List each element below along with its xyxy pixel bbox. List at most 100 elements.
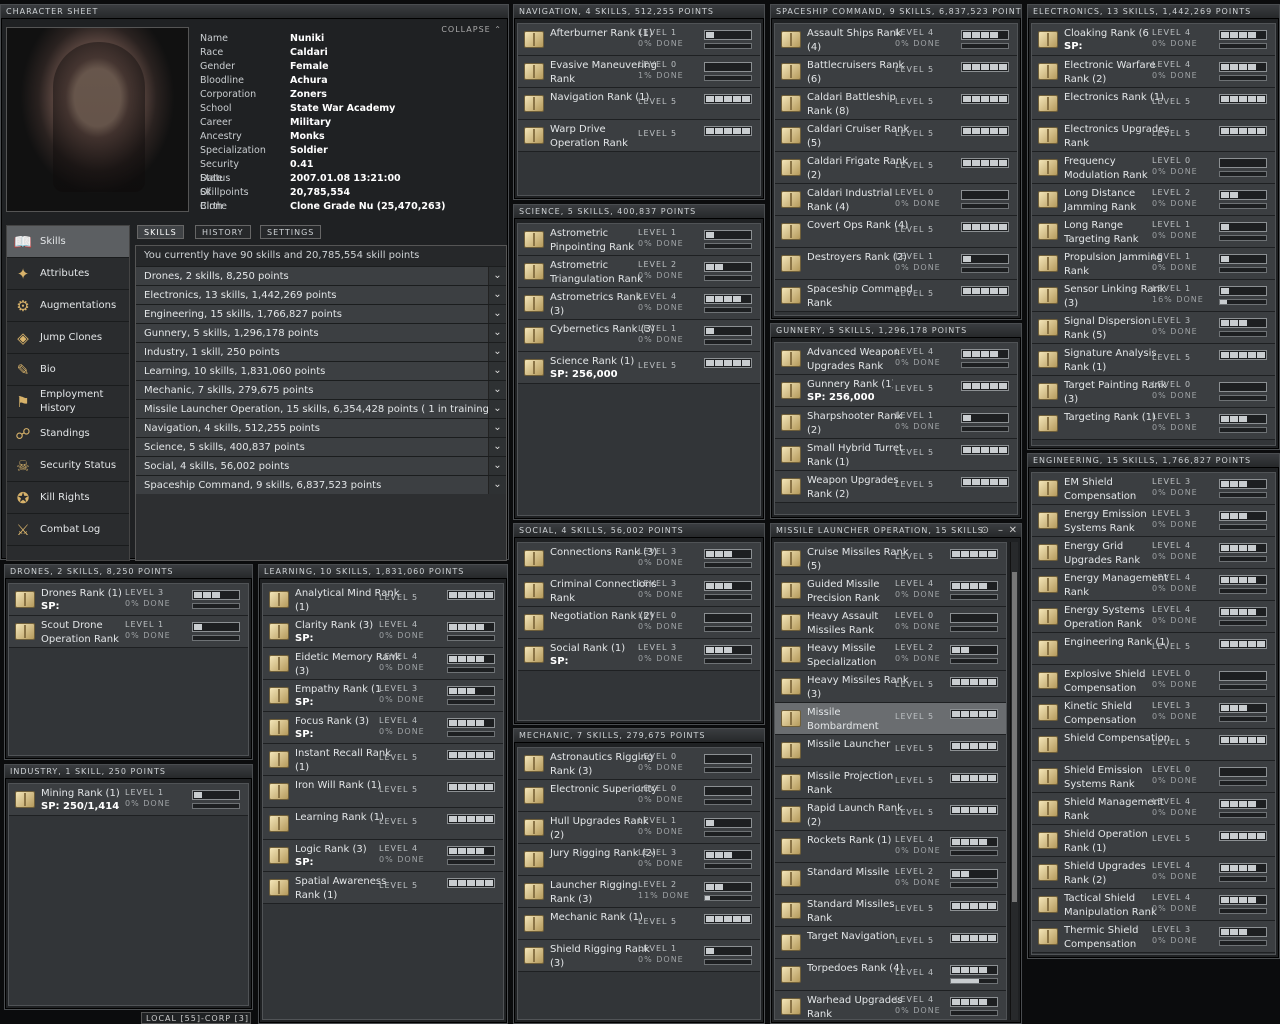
skill-row[interactable]: Target Navigation LEVEL 5 [775,927,1006,959]
chevron-down-icon[interactable]: ⌄ [488,400,506,418]
skill-row[interactable]: Shield Emission Systems Rank LEVEL 0 0% DO… [1032,761,1275,793]
skill-group-row[interactable]: Missile Launcher Operation, 15 skills, 6… [136,399,506,418]
tab-history[interactable]: HISTORY [195,225,251,239]
skill-row[interactable]: Long Range Targeting Rank LEVEL 1 0% DONE [1032,216,1275,248]
skill-group-row[interactable]: Electronics, 13 skills, 1,442,269 points… [136,285,506,304]
skill-row[interactable]: Empathy Rank (1) SP: LEVEL 3 0% DONE [263,680,503,712]
skill-row[interactable]: Target Painting Rank (3) LEVEL 0 0% DONE [1032,376,1275,408]
skill-row[interactable]: Missile Launcher LEVEL 5 [775,735,1006,767]
settings-icon[interactable]: ⊙ [981,525,989,536]
skill-row[interactable]: Energy Management Rank LEVEL 4 0% DONE [1032,569,1275,601]
skill-row[interactable]: Gunnery Rank (1) SP: 256,000 LEVEL 5 [775,375,1017,407]
skill-row[interactable]: Iron Will Rank (1) LEVEL 5 [263,776,503,808]
skill-row[interactable]: Energy Emission Systems Rank LEVEL 3 0% DO… [1032,505,1275,537]
skill-row[interactable]: Mining Rank (1) SP: 250/1,414 LEVEL 1 0% DO… [9,784,248,816]
skill-group-row[interactable]: Gunnery, 5 skills, 1,296,178 points ⌄ [136,323,506,342]
nav-item-attributes[interactable]: ✦ Attributes [7,258,129,290]
skill-row[interactable]: Signature Analysis Rank (1) LEVEL 5 [1032,344,1275,376]
nav-item-employment-history[interactable]: ⚑ Employment History [7,386,129,418]
tab-skills[interactable]: SKILLS [137,225,184,239]
skill-row[interactable]: Evasive Maneuvering Rank LEVEL 0 1% DONE [518,56,760,88]
skill-row[interactable]: Kinetic Shield Compensation LEVEL 3 0% DON… [1032,697,1275,729]
chevron-down-icon[interactable]: ⌄ [488,381,506,399]
skill-row[interactable]: Rapid Launch Rank (2) LEVEL 5 [775,799,1006,831]
skill-row[interactable]: Torpedoes Rank (4) LEVEL 4 [775,959,1006,991]
skill-row[interactable]: Scout Drone Operation Rank LEVEL 1 0% DONE [9,616,248,648]
skill-row[interactable]: Energy Grid Upgrades Rank LEVEL 4 0% DONE [1032,537,1275,569]
nav-item-security-status[interactable]: ☠ Security Status [7,450,129,482]
skill-row[interactable]: Electronics Upgrades Rank LEVEL 5 [1032,120,1275,152]
nav-item-bio[interactable]: ✎ Bio [7,354,129,386]
skill-row[interactable]: Warhead Upgrades Rank LEVEL 4 0% DONE [775,991,1006,1019]
skill-row[interactable]: Jury Rigging Rank (2) LEVEL 3 0% DONE [518,844,760,876]
skill-row[interactable]: Sensor Linking Rank (3) LEVEL 1 16% DONE [1032,280,1275,312]
skill-row[interactable]: Guided Missile Precision Rank LEVEL 4 0% D… [775,575,1006,607]
skill-row[interactable]: Astrometrics Rank (3) LEVEL 4 0% DONE [518,288,760,320]
skill-row[interactable]: Electronics Rank (1) LEVEL 5 [1032,88,1275,120]
skill-row[interactable]: Battlecruisers Rank (6) LEVEL 5 [775,56,1017,88]
skill-row[interactable]: Cruise Missiles Rank (5) LEVEL 5 [775,543,1006,575]
local-chat-tab[interactable]: LOCAL [55]-CORP [3] [141,1012,251,1024]
skill-row[interactable]: Engineering Rank (1) LEVEL 5 [1032,633,1275,665]
skill-row[interactable]: Clarity Rank (3) SP: LEVEL 4 0% DONE [263,616,503,648]
chevron-down-icon[interactable]: ⌄ [488,267,506,285]
skill-row[interactable]: Small Hybrid Turret Rank (1) LEVEL 5 [775,439,1017,471]
scrollbar[interactable] [1010,542,1018,1020]
chevron-down-icon[interactable]: ⌄ [488,476,506,494]
collapse-button[interactable]: COLLAPSE ⌃ [441,25,502,34]
skill-row[interactable]: Negotiation Rank (2) LEVEL 0 0% DONE [518,607,760,639]
skill-row[interactable]: Explosive Shield Compensation LEVEL 0 0% D… [1032,665,1275,697]
skill-group-row[interactable]: Social, 4 skills, 56,002 points ⌄ [136,456,506,475]
skill-row[interactable]: Spatial Awareness Rank (1) LEVEL 5 [263,872,503,904]
skill-row[interactable]: Shield Rigging Rank (3) LEVEL 1 0% DONE [518,940,760,972]
skill-row[interactable]: Learning Rank (1) LEVEL 5 [263,808,503,840]
skill-row[interactable]: Heavy Missile Specialization LEVEL 2 0% DO… [775,639,1006,671]
skill-row[interactable]: Signal Dispersion Rank (5) LEVEL 3 0% DONE [1032,312,1275,344]
skill-row[interactable]: Caldari Frigate Rank (2) LEVEL 5 [775,152,1017,184]
skill-row[interactable]: Targeting Rank (1) LEVEL 3 0% DONE [1032,408,1275,440]
skill-row[interactable]: Caldari Battleship Rank (8) LEVEL 5 [775,88,1017,120]
chevron-down-icon[interactable]: ⌄ [488,286,506,304]
skill-row[interactable]: Advanced Weapon Upgrades Rank LEVEL 4 0% D… [775,343,1017,375]
skill-row[interactable]: EM Shield Compensation LEVEL 3 0% DONE [1032,473,1275,505]
skill-row[interactable]: Assault Ships Rank (4) LEVEL 4 0% DONE [775,24,1017,56]
skill-row[interactable]: Science Rank (1) SP: 256,000 LEVEL 5 [518,352,760,384]
skill-row[interactable]: Caldari Cruiser Rank (5) LEVEL 5 [775,120,1017,152]
skill-row[interactable]: Cloaking Rank (6) SP: LEVEL 4 0% DONE [1032,24,1275,56]
skill-row[interactable]: Astronautics Rigging Rank (3) LEVEL 0 0% D… [518,748,760,780]
chevron-down-icon[interactable]: ⌄ [488,324,506,342]
skill-group-row[interactable]: Drones, 2 skills, 8,250 points ⌄ [136,266,506,285]
skill-row[interactable]: Sharpshooter Rank (2) LEVEL 1 0% DONE [775,407,1017,439]
chevron-down-icon[interactable]: ⌄ [488,343,506,361]
skill-row[interactable]: Covert Ops Rank (4) LEVEL 5 [775,216,1017,248]
nav-item-combat-log[interactable]: ⚔ Combat Log [7,514,129,546]
skill-row[interactable]: Astrometric Triangulation Rank LEVEL 2 0% … [518,256,760,288]
minimize-icon[interactable]: – [998,525,1003,536]
skill-row[interactable]: Hull Upgrades Rank (2) LEVEL 1 0% DONE [518,812,760,844]
skill-row[interactable]: Tactical Shield Manipulation Rank LEVEL 4… [1032,889,1275,921]
skill-row[interactable]: Standard Missiles Rank LEVEL 5 [775,895,1006,927]
skill-row[interactable]: Propulsion Jamming Rank LEVEL 1 0% DONE [1032,248,1275,280]
chevron-down-icon[interactable]: ⌄ [488,438,506,456]
skill-row[interactable]: Analytical Mind Rank (1) LEVEL 5 [263,584,503,616]
skill-row[interactable]: Energy Systems Operation Rank LEVEL 4 0% D… [1032,601,1275,633]
skill-row[interactable]: Connections Rank (3) LEVEL 3 0% DONE [518,543,760,575]
skill-row[interactable]: Long Distance Jamming Rank LEVEL 2 0% DONE [1032,184,1275,216]
skill-group-row[interactable]: Learning, 10 skills, 1,831,060 points ⌄ [136,361,506,380]
nav-item-kill-rights[interactable]: ✪ Kill Rights [7,482,129,514]
skill-row[interactable]: Electronic Warfare Rank (2) LEVEL 4 0% DON… [1032,56,1275,88]
skill-row[interactable]: Frequency Modulation Rank LEVEL 0 0% DONE [1032,152,1275,184]
skill-row[interactable]: Spaceship Command Rank LEVEL 5 [775,280,1017,312]
skill-row[interactable]: Logic Rank (3) SP: LEVEL 4 0% DONE [263,840,503,872]
skill-row[interactable]: Instant Recall Rank (1) LEVEL 5 [263,744,503,776]
skill-row[interactable]: Astrometric Pinpointing Rank LEVEL 1 0% DO… [518,224,760,256]
skill-row[interactable]: Weapon Upgrades Rank (2) LEVEL 5 [775,471,1017,503]
nav-item-jump-clones[interactable]: ◈ Jump Clones [7,322,129,354]
skill-row[interactable]: Shield Operation Rank (1) LEVEL 5 [1032,825,1275,857]
chevron-down-icon[interactable]: ⌄ [488,457,506,475]
skill-row[interactable]: Warp Drive Operation Rank LEVEL 5 [518,120,760,152]
skill-group-row[interactable]: Industry, 1 skill, 250 points ⌄ [136,342,506,361]
skill-row[interactable]: Thermic Shield Compensation LEVEL 3 0% DON… [1032,921,1275,953]
nav-item-skills[interactable]: 📖 Skills [7,226,129,258]
skill-row[interactable]: Criminal Connections Rank LEVEL 3 0% DONE [518,575,760,607]
